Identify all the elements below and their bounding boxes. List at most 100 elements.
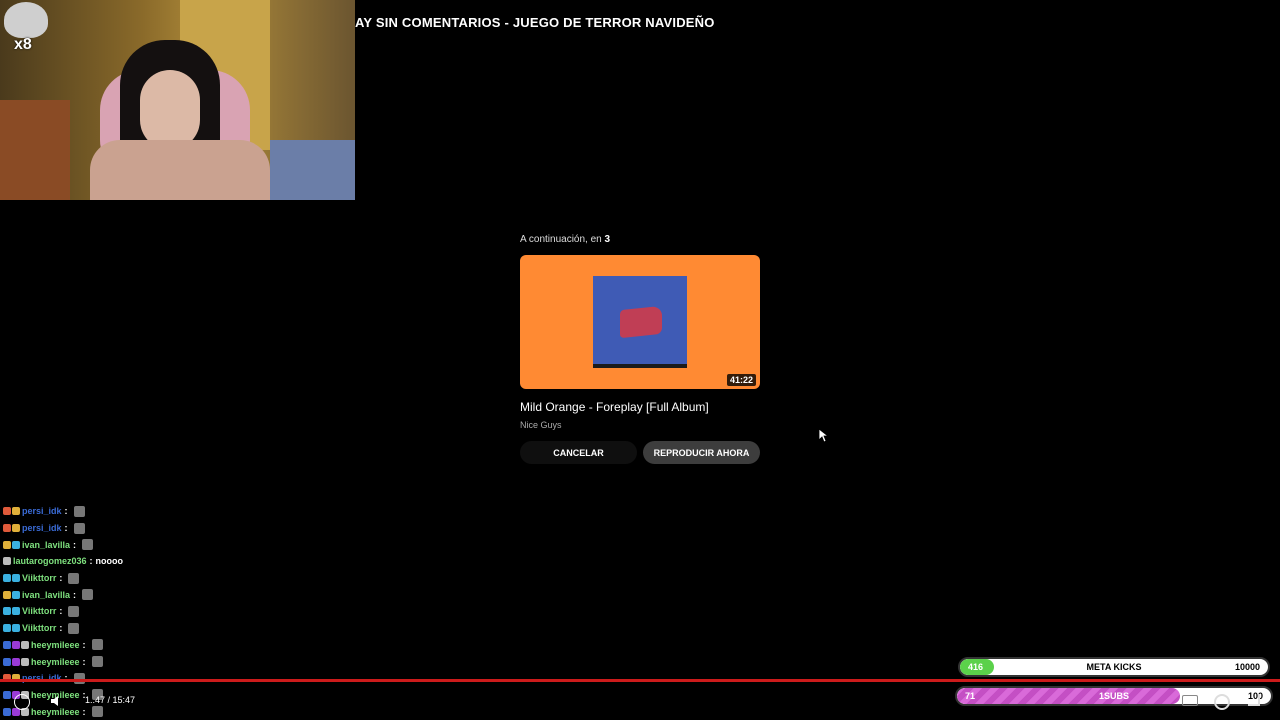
next-video-channel[interactable]: Nice Guys [520, 420, 760, 430]
chat-separator: : [73, 589, 77, 600]
meta-kicks-bar: 416 META KICKS 10000 [958, 657, 1270, 677]
webcam-overlay: x8 [0, 0, 355, 200]
bed [270, 140, 355, 200]
album-cover-strip [593, 364, 687, 368]
chat-username[interactable]: Viikttorr [22, 623, 56, 633]
captions-icon[interactable] [1182, 695, 1198, 706]
cancel-button[interactable]: CANCELAR [520, 441, 637, 464]
chat-username[interactable]: persi_idk [22, 523, 62, 533]
chat-overlay: persi_idk: persi_idk: ivan_lavilla: lautaro… [3, 503, 303, 720]
chat-separator: : [89, 556, 93, 567]
chat-badge-icon [12, 540, 20, 549]
chat-message-text: noooo [95, 556, 124, 567]
streamer-face [140, 70, 200, 150]
chat-emote-icon [73, 505, 85, 517]
chat-badges [3, 624, 20, 633]
chat-badges [3, 657, 29, 666]
chat-badge-icon [12, 574, 20, 583]
up-next-buttons: CANCELAR REPRODUCIR AHORA [520, 441, 760, 464]
chat-message: ivan_lavilla: [3, 586, 303, 603]
chat-badge-icon [3, 690, 11, 699]
chat-separator: : [73, 539, 77, 550]
chat-username[interactable]: ivan_lavilla [22, 590, 70, 600]
chat-badge-icon [12, 607, 20, 616]
dresser [0, 100, 70, 200]
chat-badges [3, 540, 20, 549]
chat-message: persi_idk: [3, 503, 303, 520]
cat-icon [4, 2, 48, 38]
chat-separator: : [59, 623, 63, 634]
chat-emote-icon [73, 522, 85, 534]
settings-gear-icon[interactable] [1214, 694, 1230, 710]
chat-badge-icon [3, 574, 11, 583]
chat-message: heeymileee: [3, 653, 303, 670]
chat-badge-icon [3, 557, 11, 566]
cat-emote-badge: x8 [4, 2, 48, 54]
meta-kicks-goal: 10000 [1234, 662, 1260, 672]
chat-badge-icon [3, 590, 11, 599]
chat-separator: : [82, 656, 86, 667]
chat-username[interactable]: heeymileee [31, 657, 80, 667]
chat-badge-icon [3, 657, 11, 666]
cat-count-label: x8 [14, 36, 32, 53]
chat-badge-icon [21, 640, 29, 649]
chat-badge-icon [3, 624, 11, 633]
up-next-label: A continuación, en 3 [520, 234, 611, 245]
chat-emote-icon [91, 639, 103, 651]
chat-badges [3, 590, 20, 599]
chat-badges [3, 574, 20, 583]
play-now-button[interactable]: REPRODUCIR AHORA [643, 441, 760, 464]
chat-badge-icon [12, 640, 20, 649]
chat-username[interactable]: lautarogomez036 [13, 556, 87, 566]
next-video-thumbnail[interactable]: 41:22 [520, 255, 760, 389]
chat-badge-icon [12, 507, 20, 516]
chat-emote-icon [91, 706, 103, 718]
chat-separator: : [64, 506, 68, 517]
countdown: 3 [604, 234, 611, 245]
mouse-cursor-icon [819, 429, 829, 443]
chat-separator: : [59, 573, 63, 584]
chat-badges [3, 607, 20, 616]
up-next-card: A continuación, en 3 41:22 Mild Orange -… [520, 234, 760, 464]
fullscreen-icon[interactable] [1248, 694, 1260, 706]
chat-emote-icon [68, 622, 80, 634]
chat-message: heeymileee: [3, 637, 303, 654]
album-art-shape [620, 305, 662, 339]
chat-message: Viikttorr: [3, 620, 303, 637]
chat-username[interactable]: persi_idk [22, 506, 62, 516]
chat-badge-icon [12, 624, 20, 633]
chat-badges [3, 507, 20, 516]
chat-emote-icon [68, 572, 80, 584]
streamer-body [90, 140, 270, 200]
chat-badges [3, 524, 20, 533]
chat-badge-icon [21, 657, 29, 666]
chat-username[interactable]: ivan_lavilla [22, 540, 70, 550]
chat-username[interactable]: heeymileee [31, 640, 80, 650]
chat-emote-icon [82, 539, 94, 551]
chat-username[interactable]: heeymileee [31, 707, 80, 717]
chat-badge-icon [12, 590, 20, 599]
chat-badge-icon [3, 524, 11, 533]
chat-badge-icon [12, 657, 20, 666]
chat-separator: : [82, 706, 86, 717]
duration-badge: 41:22 [726, 374, 756, 386]
volume-icon[interactable] [50, 695, 64, 707]
chat-message: lautarogomez036: noooo [3, 553, 303, 570]
progress-bar[interactable] [0, 679, 1280, 682]
chat-message: heeymileee: [3, 687, 303, 704]
next-video-title[interactable]: Mild Orange - Foreplay [Full Album] [520, 400, 760, 414]
play-pause-icon[interactable] [14, 694, 30, 710]
chat-badge-icon [3, 607, 11, 616]
chat-username[interactable]: Viikttorr [22, 573, 56, 583]
current-video-title: AY SIN COMENTARIOS - JUEGO DE TERROR NAV… [355, 15, 715, 30]
chat-username[interactable]: Viikttorr [22, 606, 56, 616]
chat-message: Viikttorr: [3, 570, 303, 587]
meta-kicks-label: META KICKS [1086, 662, 1142, 672]
album-cover [593, 276, 687, 368]
chat-message: Viikttorr: [3, 603, 303, 620]
time-display: 1..47 / 15:47 [85, 695, 136, 705]
chat-badge-icon [3, 507, 11, 516]
chat-emote-icon [68, 605, 80, 617]
chat-separator: : [64, 523, 68, 534]
chat-badges [3, 640, 29, 649]
